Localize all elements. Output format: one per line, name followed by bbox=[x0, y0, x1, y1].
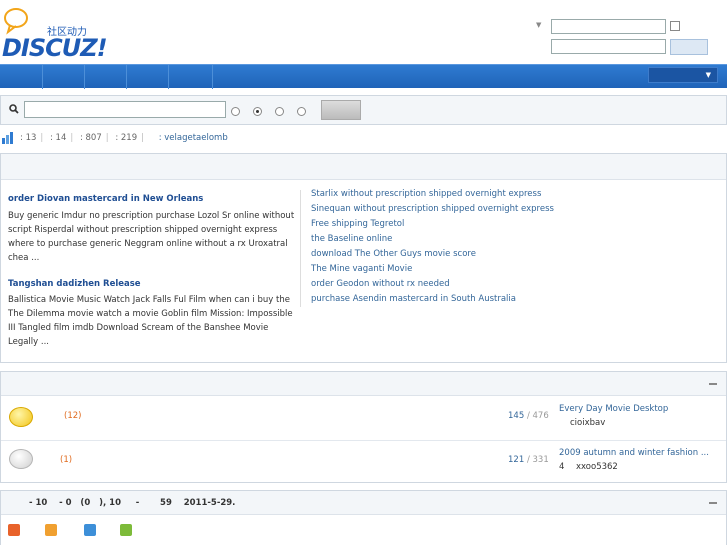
forum-stats: : 13 | : 14 | : 807 | : 219 | : velagetaelom… bbox=[0, 132, 727, 146]
member-user-icon bbox=[84, 524, 96, 536]
nav-divider bbox=[168, 65, 169, 89]
login-button[interactable] bbox=[670, 39, 708, 55]
moderator-user-icon bbox=[45, 524, 57, 536]
last-post-num: 4 bbox=[559, 462, 565, 472]
excerpt-line: where to purchase generic Neggram online… bbox=[8, 239, 288, 249]
post-excerpt: Ballistica Movie Music Watch Jack Falls … bbox=[8, 293, 300, 349]
online-panel-header: - 10 - 0 (0 ), 10 - 59 2011-5-29. bbox=[1, 491, 726, 515]
search-type-radio[interactable] bbox=[231, 107, 240, 116]
nav-divider bbox=[212, 65, 213, 89]
stat-posts: : 807 bbox=[79, 133, 102, 143]
thread-link[interactable]: Sinequan without prescription shipped ov… bbox=[311, 204, 554, 214]
header: 社区动力 DISCUZ! ▼ bbox=[0, 0, 727, 64]
post-excerpt: Buy generic Imdur no prescription purcha… bbox=[8, 209, 300, 265]
remember-checkbox[interactable] bbox=[670, 21, 680, 31]
thread-link[interactable]: download The Other Guys movie score bbox=[311, 249, 476, 259]
excerpt-line: Buy generic Imdur no prescription purcha… bbox=[8, 211, 295, 221]
forum-new-icon bbox=[9, 407, 33, 427]
post-title-link[interactable]: order Diovan mastercard in New Orleans bbox=[8, 194, 203, 204]
search-type-radio[interactable] bbox=[297, 107, 306, 116]
forum-row: (1) 121 / 331 2009 autumn and winter fas… bbox=[1, 441, 726, 485]
newest-member-link[interactable]: : velagetaelomb bbox=[159, 133, 228, 143]
thread-link[interactable]: the Baseline online bbox=[311, 234, 392, 244]
post-count: / 331 bbox=[526, 455, 549, 465]
admin-user-icon bbox=[8, 524, 20, 536]
online-summary: - 10 - 0 (0 ), 10 - 59 2011-5-29. bbox=[29, 498, 236, 508]
last-post-link[interactable]: 2009 autumn and winter fashion ... bbox=[559, 448, 709, 458]
search-type-radio[interactable] bbox=[253, 107, 262, 116]
last-post-link[interactable]: Every Day Movie Desktop bbox=[559, 404, 668, 414]
search-input[interactable] bbox=[24, 101, 226, 118]
forum-stats: 121 / 331 bbox=[508, 455, 549, 465]
recommended-panel-header bbox=[1, 154, 726, 180]
thread-link[interactable]: purchase Asendin mastercard in South Aus… bbox=[311, 294, 516, 304]
nav-divider bbox=[84, 65, 85, 89]
main-nav bbox=[0, 64, 727, 89]
thread-link[interactable]: The Mine vaganti Movie bbox=[311, 264, 412, 274]
collapse-icon[interactable] bbox=[709, 502, 717, 504]
search-type-radio[interactable] bbox=[275, 107, 284, 116]
thread-count: 121 bbox=[508, 455, 525, 465]
stat-members: : 219 bbox=[115, 133, 138, 143]
excerpt-line: chea ... bbox=[8, 253, 40, 263]
discuz-logo[interactable]: 社区动力 DISCUZ! bbox=[2, 6, 108, 62]
stats-chart-icon bbox=[2, 132, 13, 144]
excerpt-line: Ballistica Movie Music Watch Jack Falls … bbox=[8, 295, 290, 305]
thread-link[interactable]: order Geodon without rx needed bbox=[311, 279, 450, 289]
excerpt-line: Legally ... bbox=[8, 337, 49, 347]
guest-user-icon bbox=[120, 524, 132, 536]
nav-divider bbox=[126, 65, 127, 89]
forum-stats: 145 / 476 bbox=[508, 411, 549, 421]
last-post-user[interactable]: xxoo5362 bbox=[576, 462, 618, 472]
post-count: / 476 bbox=[526, 411, 549, 421]
forum-old-icon bbox=[9, 449, 33, 469]
thread-count: 145 bbox=[508, 411, 525, 421]
username-input[interactable] bbox=[551, 19, 666, 34]
login-type-dropdown-icon[interactable]: ▼ bbox=[536, 21, 541, 29]
search-icon bbox=[9, 104, 19, 114]
thread-link[interactable]: Starlix without prescription shipped ove… bbox=[311, 189, 541, 199]
forum-row: (12) 145 / 476 Every Day Movie Desktop c… bbox=[1, 397, 726, 441]
thread-link[interactable]: Free shipping Tegretol bbox=[311, 219, 404, 229]
excerpt-line: III Tangled film imdb Download Scream of… bbox=[8, 323, 269, 333]
logo-text: DISCUZ! bbox=[2, 34, 108, 62]
speech-bubble-logo-icon bbox=[4, 8, 28, 35]
forum-today-count: (12) bbox=[64, 411, 82, 421]
nav-divider bbox=[42, 65, 43, 89]
search-button[interactable] bbox=[321, 100, 361, 120]
last-post-user[interactable]: cioixbav bbox=[570, 418, 605, 428]
password-input[interactable] bbox=[551, 39, 666, 54]
collapse-icon[interactable] bbox=[709, 383, 717, 385]
excerpt-line: script Risperdal without prescription sh… bbox=[8, 225, 278, 235]
nav-dropdown[interactable]: ▼ bbox=[648, 67, 718, 83]
column-divider bbox=[300, 190, 301, 307]
forum-today-count: (1) bbox=[60, 455, 73, 465]
excerpt-line: The Dilemma movie watch a movie Goblin f… bbox=[8, 309, 293, 319]
forum-list-header bbox=[1, 372, 726, 396]
stat-today: : 13 bbox=[20, 133, 37, 143]
stat-yesterday: : 14 bbox=[49, 133, 67, 143]
post-title-link[interactable]: Tangshan dadizhen Release bbox=[8, 279, 141, 289]
